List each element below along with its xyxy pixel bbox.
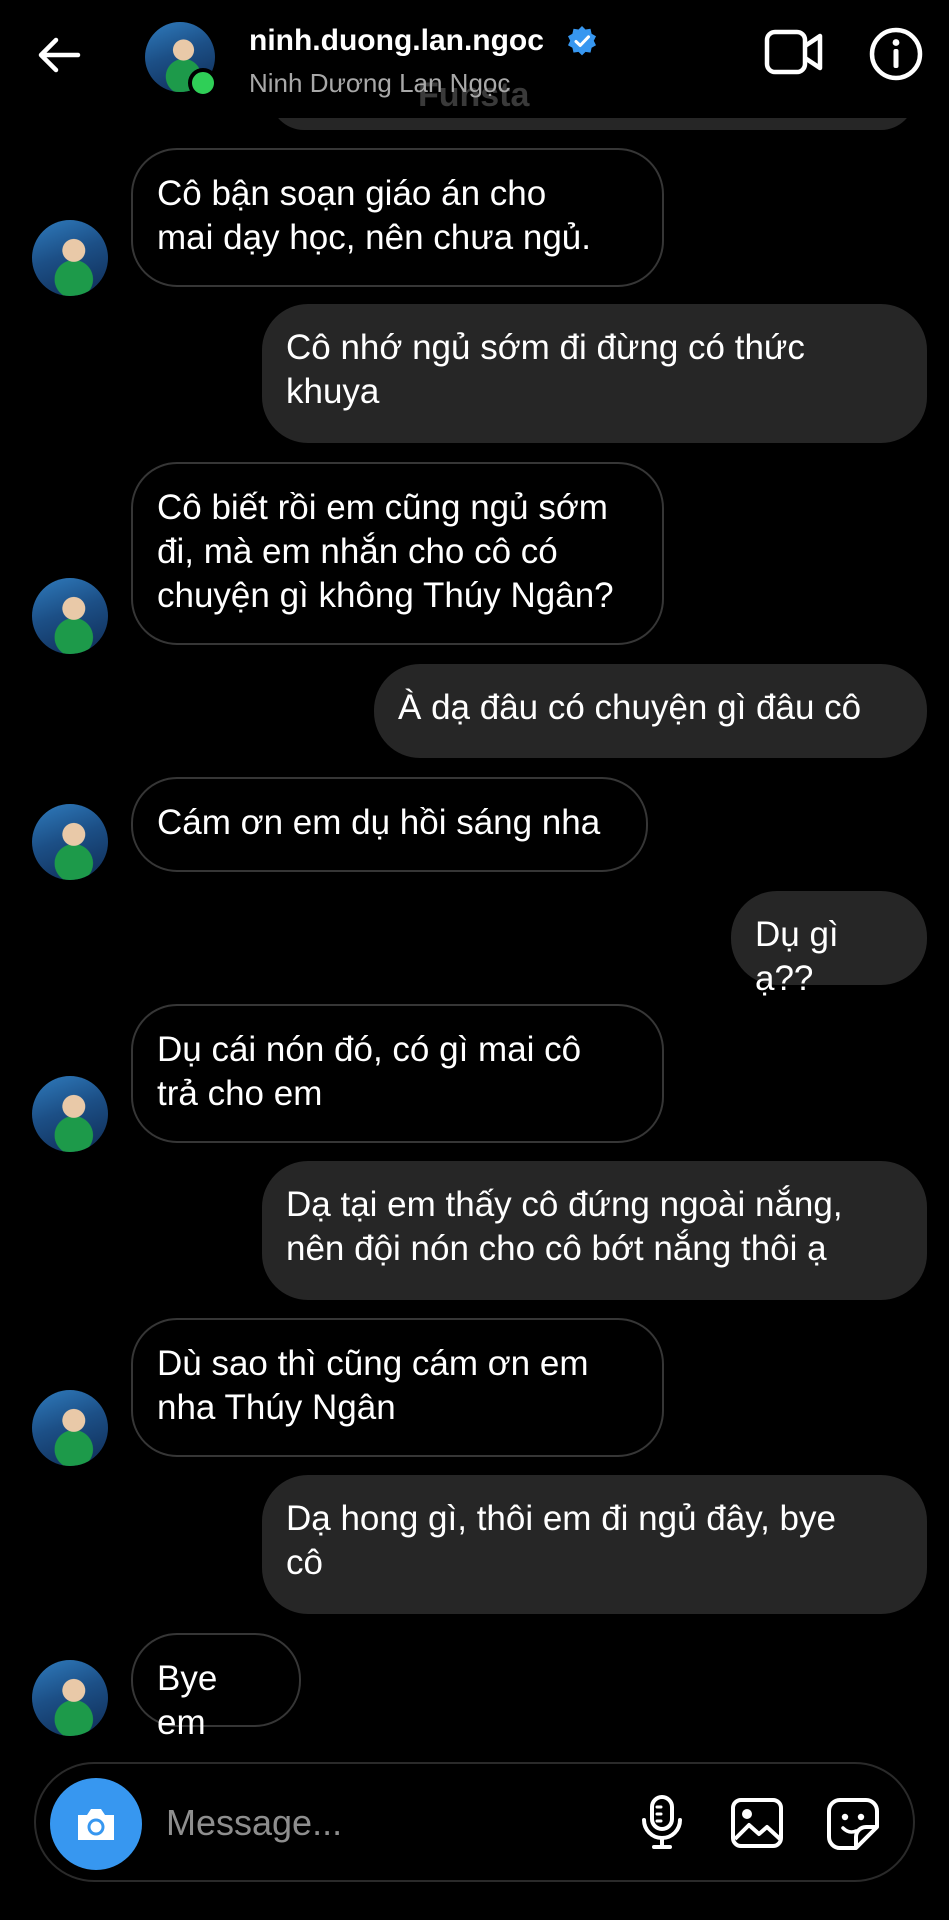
online-status-indicator xyxy=(188,68,218,98)
message-incoming[interactable]: Cám ơn em dụ hồi sáng nha xyxy=(131,777,648,872)
sender-avatar[interactable] xyxy=(32,1076,108,1152)
message-incoming[interactable]: Cô biết rồi em cũng ngủ sớm đi, mà em nh… xyxy=(131,462,664,645)
sender-avatar[interactable] xyxy=(32,804,108,880)
message-incoming[interactable]: Dụ cái nón đó, có gì mai cô trả cho em xyxy=(131,1004,664,1143)
message-incoming[interactable]: Dù sao thì cũng cám ơn em nha Thúy Ngân xyxy=(131,1318,664,1457)
sender-avatar[interactable] xyxy=(32,578,108,654)
camera-icon xyxy=(78,1809,114,1840)
message-incoming[interactable]: Bye em xyxy=(131,1633,301,1742)
message-input[interactable] xyxy=(164,1792,608,1854)
chat-display-name: Ninh Dương Lan Ngọc xyxy=(249,68,511,98)
sticker-icon[interactable] xyxy=(826,1797,880,1851)
message-outgoing[interactable]: Cô nhớ ngủ sớm đi đừng có thức khuya xyxy=(262,304,927,443)
message-incoming[interactable]: Cô bận soạn giáo án cho mai dạy học, nên… xyxy=(131,148,664,287)
message-outgoing[interactable]: Dạ tại em thấy cô đứng ngoài nắng, nên đ… xyxy=(262,1161,927,1300)
microphone-icon[interactable] xyxy=(640,1794,684,1850)
message-outgoing[interactable]: Dạ hong gì, thôi em đi ngủ đây, bye cô xyxy=(262,1475,927,1614)
info-icon[interactable] xyxy=(868,26,924,82)
chat-username[interactable]: ninh.duong.lan.ngoc xyxy=(249,24,544,58)
message-outgoing[interactable]: Dụ gì ạ?? xyxy=(731,891,927,998)
camera-button[interactable] xyxy=(50,1778,142,1870)
sender-avatar[interactable] xyxy=(32,1660,108,1736)
back-arrow-icon[interactable] xyxy=(34,30,84,80)
chat-header: Funsta ninh.duong.lan.ngoc Ninh Dương La… xyxy=(0,0,949,118)
sender-avatar[interactable] xyxy=(32,1390,108,1466)
message-outgoing[interactable]: À dạ đâu có chuyện gì đâu cô xyxy=(374,664,927,758)
verified-badge-icon xyxy=(568,26,596,56)
sender-avatar[interactable] xyxy=(32,220,108,296)
gallery-icon[interactable] xyxy=(730,1797,784,1849)
video-call-icon[interactable] xyxy=(764,26,824,78)
